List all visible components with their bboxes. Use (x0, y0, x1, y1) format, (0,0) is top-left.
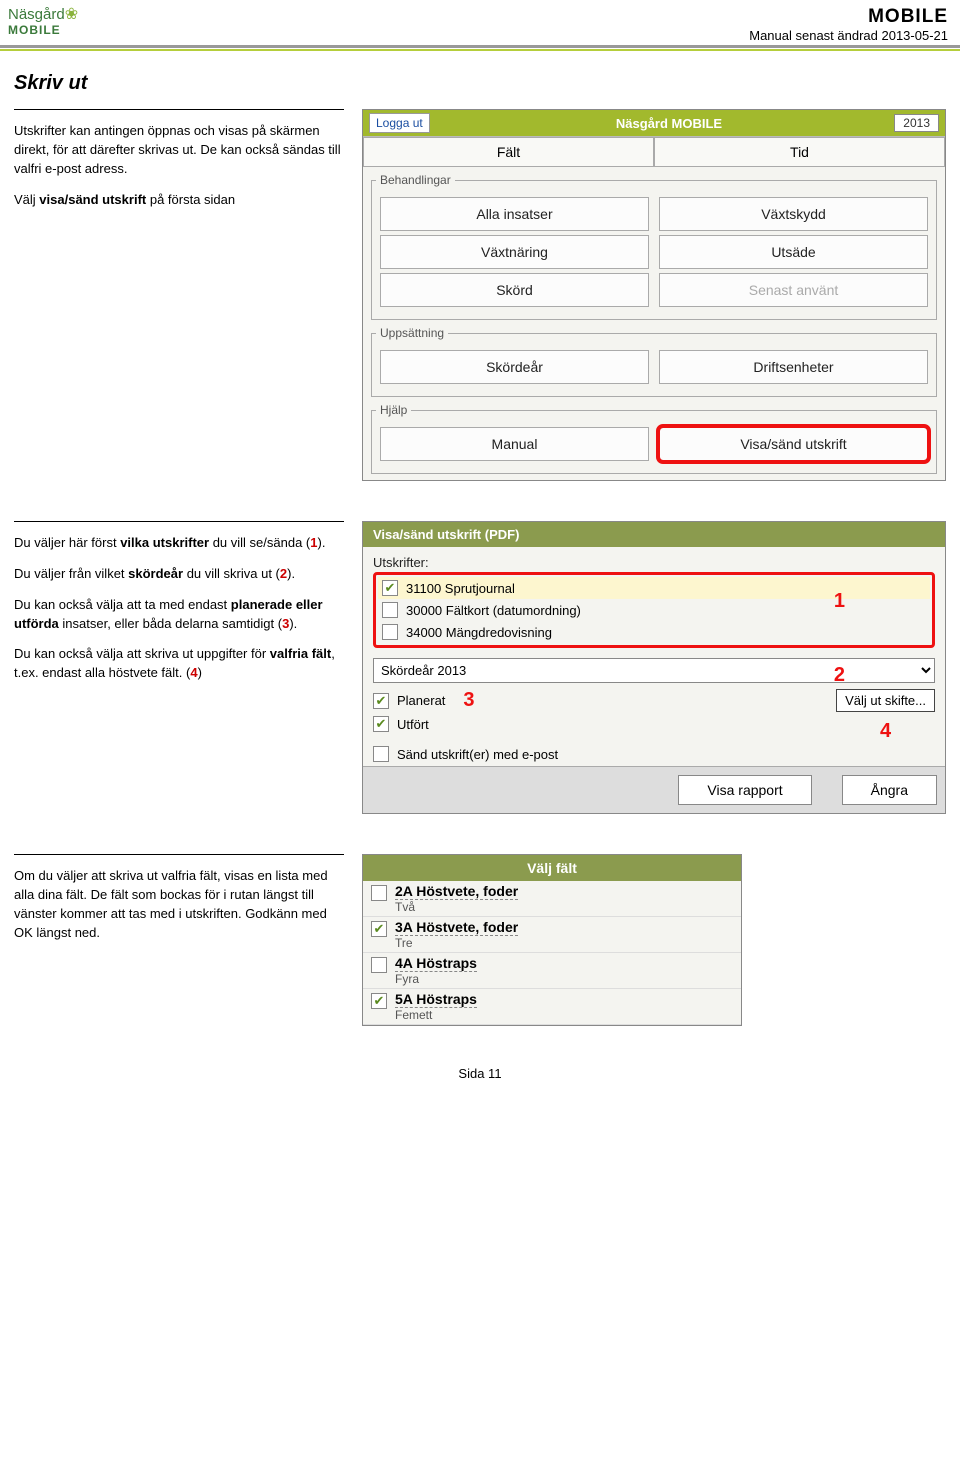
field-name: 2A Höstvete, foder (395, 883, 518, 900)
year-badge[interactable]: 2013 (894, 114, 939, 132)
header-subtitle: Manual senast ändrad 2013-05-21 (749, 28, 948, 43)
field-sub: Två (395, 900, 518, 914)
field-row[interactable]: 4A HöstrapsFyra (363, 953, 741, 989)
legend-hjalp: Hjälp (376, 403, 411, 417)
btn-skordear[interactable]: Skördeår (380, 350, 649, 384)
page-header: Näsgård❀ MOBILE MOBILE Manual senast änd… (0, 0, 960, 48)
label-utfort: Utfört (397, 717, 429, 732)
step-3-text: Du kan också välja att ta med endast pla… (14, 596, 344, 634)
group-hjalp: Hjälp Manual Visa/sänd utskrift (371, 403, 937, 474)
field-name: 3A Höstvete, foder (395, 919, 518, 936)
btn-valj-ut-skifte[interactable]: Välj ut skifte... (836, 689, 935, 712)
legend-uppsattning: Uppsättning (376, 326, 448, 340)
tab-tid[interactable]: Tid (654, 137, 945, 167)
printouts-list: 31100 Sprutjournal 30000 Fältkort (datum… (373, 572, 935, 648)
field-name: 5A Höstraps (395, 991, 477, 1008)
screenshot-main-menu: Logga ut Näsgård MOBILE 2013 Fält Tid Be… (362, 109, 946, 481)
btn-alla-insatser[interactable]: Alla insatser (380, 197, 649, 231)
checkbox-icon[interactable] (371, 993, 387, 1009)
print-dialog-header: Visa/sänd utskrift (PDF) (363, 522, 945, 547)
header-title: MOBILE (749, 6, 948, 28)
select-fields-header: Välj fält (363, 855, 741, 881)
field-row[interactable]: 2A Höstvete, foderTvå (363, 881, 741, 917)
page-footer: Sida 11 (14, 1066, 946, 1081)
logo-line2: MOBILE (8, 24, 78, 37)
annotation-4: 4 (836, 720, 935, 743)
checkbox-icon[interactable] (382, 602, 398, 618)
checkbox-sand-epost[interactable] (373, 746, 389, 762)
btn-angra[interactable]: Ångra (842, 775, 937, 805)
checkbox-icon[interactable] (371, 885, 387, 901)
step-4-text: Du kan också välja att skriva ut uppgift… (14, 645, 344, 683)
intro-para-2: Välj visa/sänd utskrift på första sidan (14, 191, 344, 210)
field-sub: Tre (395, 936, 518, 950)
section-title: Skriv ut (14, 72, 946, 95)
print-row-1-label: 31100 Sprutjournal (406, 581, 515, 596)
field-sub: Femett (395, 1008, 477, 1022)
label-sand-epost: Sänd utskrift(er) med e-post (397, 747, 558, 762)
fields-para: Om du väljer att skriva ut valfria fält,… (14, 867, 344, 942)
btn-visa-sand-utskrift[interactable]: Visa/sänd utskrift (659, 427, 928, 461)
btn-skord[interactable]: Skörd (380, 273, 649, 307)
intro-para-1: Utskrifter kan antingen öppnas och visas… (14, 122, 344, 179)
group-behandlingar: Behandlingar Alla insatser Växtskydd Väx… (371, 173, 937, 320)
label-utskrifter: Utskrifter: (373, 555, 935, 570)
legend-behandlingar: Behandlingar (376, 173, 455, 187)
checkbox-planerat[interactable] (373, 693, 389, 709)
btn-driftsenheter[interactable]: Driftsenheter (659, 350, 928, 384)
btn-senast-anvant[interactable]: Senast använt (659, 273, 928, 307)
field-row[interactable]: 5A HöstrapsFemett (363, 989, 741, 1025)
field-row[interactable]: 3A Höstvete, foderTre (363, 917, 741, 953)
checkbox-icon[interactable] (382, 580, 398, 596)
annotation-3: 3 (463, 689, 474, 712)
checkbox-utfort[interactable] (373, 716, 389, 732)
checkbox-icon[interactable] (371, 921, 387, 937)
step-1-text: Du väljer här först vilka utskrifter du … (14, 534, 344, 553)
btn-visa-rapport[interactable]: Visa rapport (678, 775, 811, 805)
print-row-3[interactable]: 34000 Mängdredovisning (378, 621, 930, 643)
logout-button[interactable]: Logga ut (369, 113, 430, 133)
print-row-3-label: 34000 Mängdredovisning (406, 625, 552, 640)
btn-utsade[interactable]: Utsäde (659, 235, 928, 269)
field-name: 4A Höstraps (395, 955, 477, 972)
print-row-2[interactable]: 30000 Fältkort (datumordning) (378, 599, 930, 621)
checkbox-icon[interactable] (382, 624, 398, 640)
checkbox-icon[interactable] (371, 957, 387, 973)
btn-vaxtnaring[interactable]: Växtnäring (380, 235, 649, 269)
tab-falt[interactable]: Fält (363, 137, 654, 167)
print-row-1[interactable]: 31100 Sprutjournal (378, 577, 930, 599)
select-skordear[interactable]: Skördeår 2013 (373, 658, 935, 683)
logo: Näsgård❀ MOBILE (8, 6, 78, 43)
header-right: MOBILE Manual senast ändrad 2013-05-21 (749, 6, 948, 43)
screenshot-print-dialog: Visa/sänd utskrift (PDF) Utskrifter: 311… (362, 521, 946, 814)
print-row-2-label: 30000 Fältkort (datumordning) (406, 603, 581, 618)
annotation-2: 2 (834, 664, 845, 687)
step-2-text: Du väljer från vilket skördeår du vill s… (14, 565, 344, 584)
annotation-1: 1 (834, 590, 845, 613)
screenshot-select-fields: Välj fält 2A Höstvete, foderTvå3A Höstve… (362, 854, 742, 1026)
label-planerat: Planerat (397, 693, 445, 708)
group-uppsattning: Uppsättning Skördeår Driftsenheter (371, 326, 937, 397)
logo-line1: Näsgård❀ (8, 6, 78, 24)
btn-vaxtskydd[interactable]: Växtskydd (659, 197, 928, 231)
field-sub: Fyra (395, 972, 477, 986)
app-title: Näsgård MOBILE (444, 116, 895, 131)
btn-manual[interactable]: Manual (380, 427, 649, 461)
